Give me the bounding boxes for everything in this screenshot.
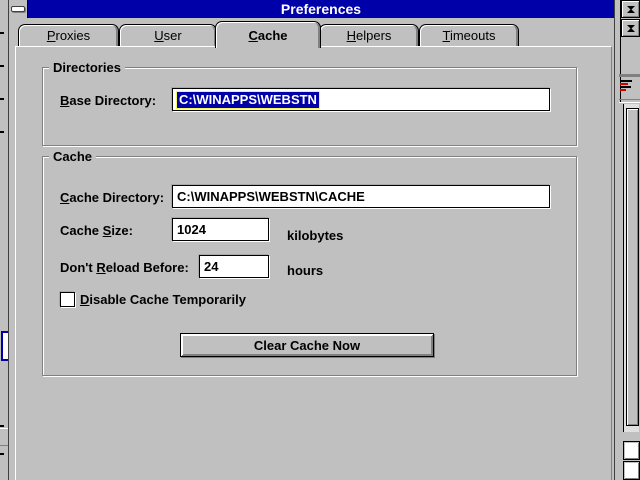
tab-label: Helpers [347,28,392,43]
clear-cache-now-label: Clear Cache Now [254,338,360,353]
background-window-left-strip [0,0,8,480]
reload-unit-label: hours [287,263,323,278]
scrollbar-thumb[interactable] [626,108,639,426]
tab-helpers[interactable]: Helpers [319,24,419,46]
ruler-tick [0,65,4,67]
tab-label: Cache [248,28,287,43]
cache-size-input[interactable] [172,218,269,241]
ruler-tick [0,98,4,100]
cache-group-title: Cache [49,149,96,164]
tab-user[interactable]: User [119,24,217,46]
background-raised-fragment [0,428,8,446]
ruler-tick [0,425,4,427]
disable-cache-label[interactable]: Disable Cache Temporarily [80,292,246,307]
system-menu-icon [11,6,25,12]
restore-icon [627,29,635,44]
disable-cache-checkbox[interactable] [60,292,75,307]
cache-size-unit-label: kilobytes [287,228,343,243]
document-restore-button[interactable] [621,19,640,37]
scrollbar-button[interactable] [623,461,640,480]
vertical-scrollbar[interactable] [623,104,639,432]
toolbar-divider [619,99,640,103]
directories-group-title: Directories [49,60,125,75]
dont-reload-label: Don't Reload Before: [60,260,189,275]
cache-tab-page: Directories Base Directory: C:\WINAPPS\W… [15,46,612,480]
dont-reload-input[interactable] [199,255,269,278]
window-title: Preferences [28,1,614,17]
cache-directory-input[interactable] [172,185,550,208]
tab-label: Proxies [47,28,90,43]
cache-directory-label: Cache Directory: [60,190,164,205]
scrollbar-button[interactable] [623,441,640,460]
tab-timeouts[interactable]: Timeouts [419,24,519,46]
selected-text: C:\WINAPPS\WEBSTN [177,92,319,108]
toolbar-edge-fragment [619,74,640,77]
preferences-dialog: Preferences Proxies User Cache Helpers T… [8,0,615,480]
clear-cache-now-button[interactable]: Clear Cache Now [180,333,434,357]
toolbar-icon-fragment [620,80,636,92]
ruler-tick [0,453,4,455]
system-menu-button[interactable] [9,0,28,18]
background-window-right-strip [615,0,640,480]
tab-label: Timeouts [443,28,496,43]
tab-proxies[interactable]: Proxies [18,24,119,46]
base-directory-input[interactable]: C:\WINAPPS\WEBSTN [172,88,550,111]
tab-cache[interactable]: Cache [215,21,321,48]
base-directory-label: Base Directory: [60,93,156,108]
ruler-tick [0,131,4,133]
cache-size-label: Cache Size: [60,223,133,238]
ruler-tick [0,32,4,34]
tab-label: User [154,28,181,43]
title-bar[interactable]: Preferences [9,0,614,18]
